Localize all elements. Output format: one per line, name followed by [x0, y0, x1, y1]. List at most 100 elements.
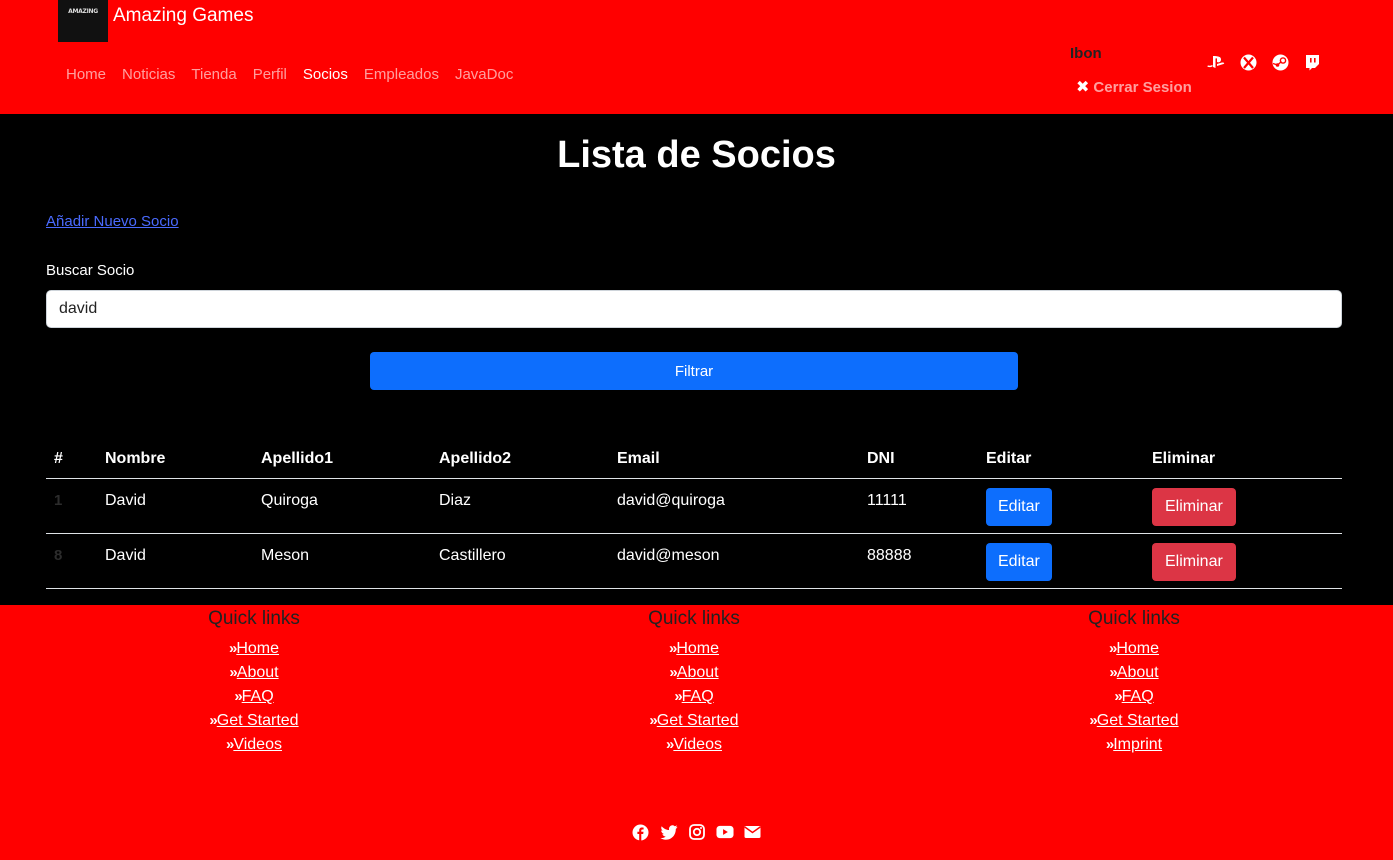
row-email: david@meson	[617, 547, 720, 564]
column-header-editar: Editar	[986, 450, 1032, 467]
footer-column-title: Quick links	[1088, 608, 1180, 629]
nav-home[interactable]: Home	[58, 64, 114, 86]
socios-table: # Nombre Apellido1 Apellido2 Email DNI E…	[46, 444, 1342, 589]
brand-logo[interactable]: AMAZING	[58, 0, 108, 42]
double-chevron-right-icon: »	[666, 736, 674, 753]
double-chevron-right-icon: »	[1108, 640, 1117, 657]
row-apellido2: Castillero	[439, 547, 506, 564]
footer-link-item: »Videos	[34, 733, 474, 757]
twitch-icon[interactable]	[1302, 52, 1322, 72]
nav-perfil[interactable]: Perfil	[245, 64, 295, 86]
double-chevron-right-icon: »	[1114, 688, 1122, 705]
footer-link-get-started[interactable]: Get Started	[657, 712, 739, 729]
footer-link-item: »FAQ	[474, 685, 914, 709]
brand-name[interactable]: Amazing Games	[113, 5, 253, 27]
footer-link-about[interactable]: About	[677, 664, 719, 681]
footer-link-faq[interactable]: FAQ	[1122, 688, 1154, 705]
instagram-icon[interactable]	[688, 823, 706, 841]
search-label: Buscar Socio	[46, 262, 135, 279]
column-header-eliminar: Eliminar	[1152, 450, 1216, 467]
user-name: Ibon	[1070, 45, 1102, 62]
nav-javadoc[interactable]: JavaDoc	[447, 64, 521, 86]
platform-links	[1206, 52, 1322, 72]
footer-link-videos[interactable]: Videos	[673, 736, 722, 753]
footer-column-title: Quick links	[648, 608, 740, 629]
footer-column: Quick links »Home »About »FAQ »Get Start…	[34, 605, 474, 757]
footer-column: Quick links »Home »About »FAQ »Get Start…	[474, 605, 914, 757]
footer: Quick links »Home »About »FAQ »Get Start…	[0, 605, 1393, 860]
delete-button[interactable]: Eliminar	[1152, 488, 1236, 526]
youtube-icon[interactable]	[715, 823, 734, 841]
table-header: # Nombre Apellido1 Apellido2 Email DNI E…	[46, 444, 1342, 479]
footer-link-videos[interactable]: Videos	[233, 736, 282, 753]
close-icon: ✖	[1076, 79, 1090, 96]
footer-link-faq[interactable]: FAQ	[242, 688, 274, 705]
logout-label: Cerrar Sesion	[1093, 78, 1192, 96]
row-id: 1	[54, 492, 63, 509]
column-header-email: Email	[617, 450, 660, 467]
row-dni: 11111	[867, 492, 907, 509]
column-header-apellido2: Apellido2	[439, 450, 512, 467]
footer-link-about[interactable]: About	[1117, 664, 1159, 681]
footer-link-item: »Videos	[474, 733, 914, 757]
playstation-icon[interactable]	[1206, 52, 1226, 72]
row-dni: 88888	[867, 547, 912, 564]
double-chevron-right-icon: »	[228, 640, 237, 657]
double-chevron-right-icon: »	[674, 688, 682, 705]
row-email: david@quiroga	[617, 492, 725, 509]
search-input[interactable]	[46, 290, 1342, 328]
double-chevron-right-icon: »	[1105, 736, 1114, 753]
column-header-apellido1: Apellido1	[261, 450, 334, 467]
brand-logo-text: AMAZING	[68, 8, 98, 15]
facebook-icon[interactable]	[632, 823, 650, 841]
filter-button[interactable]: Filtrar	[370, 352, 1018, 390]
steam-icon[interactable]	[1270, 52, 1290, 72]
footer-column: Quick links »Home »About »FAQ »Get Start…	[914, 605, 1354, 757]
table-row: 8 David Meson Castillero david@meson 888…	[46, 534, 1342, 589]
twitter-icon[interactable]	[659, 823, 678, 841]
row-nombre: David	[105, 492, 146, 509]
email-icon[interactable]	[744, 823, 762, 841]
double-chevron-right-icon: »	[1109, 664, 1117, 681]
logout-link[interactable]: ✖ Cerrar Sesion	[1076, 77, 1192, 97]
column-header-nombre: Nombre	[105, 450, 166, 467]
edit-button[interactable]: Editar	[986, 488, 1052, 526]
social-links	[0, 823, 1393, 841]
double-chevron-right-icon: »	[668, 640, 677, 657]
footer-link-item: »Get Started	[474, 709, 914, 733]
footer-link-home[interactable]: Home	[236, 640, 279, 657]
row-apellido2: Diaz	[439, 492, 472, 509]
row-id: 8	[54, 547, 63, 564]
footer-link-item: »Home	[474, 637, 914, 661]
add-socio-link[interactable]: Añadir Nuevo Socio	[46, 213, 179, 230]
nav-socios[interactable]: Socios	[295, 64, 356, 86]
footer-link-item: »FAQ	[34, 685, 474, 709]
double-chevron-right-icon: »	[229, 664, 237, 681]
footer-link-faq[interactable]: FAQ	[682, 688, 714, 705]
footer-link-item: »FAQ	[914, 685, 1354, 709]
nav-tienda[interactable]: Tienda	[183, 64, 244, 86]
double-chevron-right-icon: »	[234, 688, 242, 705]
footer-link-home[interactable]: Home	[1116, 640, 1159, 657]
footer-link-item: »About	[474, 661, 914, 685]
nav-noticias[interactable]: Noticias	[114, 64, 183, 86]
footer-link-get-started[interactable]: Get Started	[217, 712, 299, 729]
double-chevron-right-icon: »	[1089, 712, 1097, 729]
edit-button[interactable]: Editar	[986, 543, 1052, 581]
double-chevron-right-icon: »	[669, 664, 677, 681]
footer-link-item: »About	[914, 661, 1354, 685]
footer-link-home[interactable]: Home	[676, 640, 719, 657]
footer-link-item: »Home	[34, 637, 474, 661]
footer-link-item: »Get Started	[914, 709, 1354, 733]
delete-button[interactable]: Eliminar	[1152, 543, 1236, 581]
xbox-icon[interactable]	[1238, 52, 1258, 72]
nav-empleados[interactable]: Empleados	[356, 64, 447, 86]
footer-link-item: »About	[34, 661, 474, 685]
footer-column-title: Quick links	[208, 608, 300, 629]
footer-link-imprint[interactable]: Imprint	[1113, 736, 1162, 753]
footer-link-item: »Home	[914, 637, 1354, 661]
row-apellido1: Meson	[261, 547, 310, 564]
row-nombre: David	[105, 547, 146, 564]
footer-link-get-started[interactable]: Get Started	[1097, 712, 1179, 729]
footer-link-about[interactable]: About	[237, 664, 279, 681]
